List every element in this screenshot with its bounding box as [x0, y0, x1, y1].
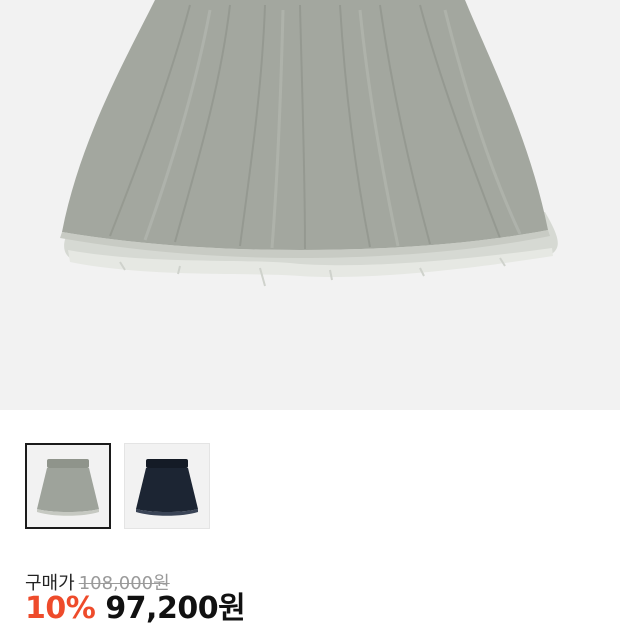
navy-skirt-thumb-icon	[136, 459, 198, 516]
thumbnail-grey[interactable]	[25, 443, 111, 529]
grey-skirt-thumb-icon	[37, 459, 99, 516]
product-main-image	[0, 0, 620, 410]
skirt-illustration	[60, 0, 558, 287]
thumbnail-list	[25, 443, 210, 529]
thumbnail-navy[interactable]	[124, 443, 210, 529]
